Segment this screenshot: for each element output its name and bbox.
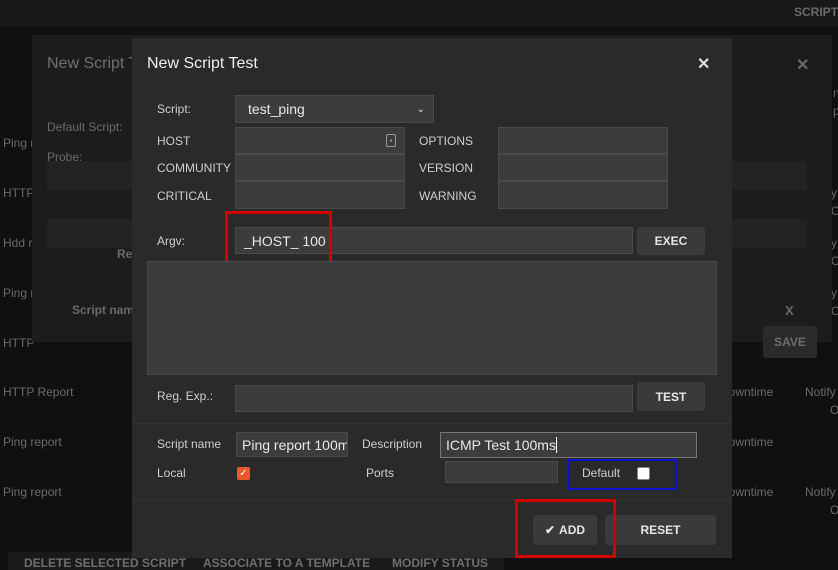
back-header: Re: [117, 247, 133, 261]
save-button[interactable]: SAVE: [763, 326, 817, 358]
list-item: Ping r: [3, 286, 35, 300]
script-name-label: Script name: [157, 437, 222, 451]
options-label: OPTIONS: [419, 134, 474, 148]
regexp-label: Reg. Exp.:: [157, 389, 214, 403]
ports-input[interactable]: [445, 461, 558, 483]
new-script-test-modal: New Script Test ✕ Script: test_ping ⌄ HO…: [132, 38, 732, 558]
highlight-box-argv: [225, 211, 332, 265]
notify-label: Notify: [805, 385, 836, 399]
test-button[interactable]: TEST: [637, 382, 705, 411]
reset-button[interactable]: RESET: [605, 515, 716, 545]
highlight-box-default: [568, 459, 677, 490]
community-label: COMMUNITY: [157, 161, 231, 175]
divider: [132, 499, 732, 500]
script-select-value: test_ping: [248, 101, 305, 117]
divider: [132, 423, 732, 424]
argv-label: Argv:: [157, 234, 186, 248]
close-icon[interactable]: ✕: [697, 54, 710, 74]
script-name-input[interactable]: Ping report 100ms: [236, 432, 348, 457]
modal-title: New Script Test: [147, 55, 258, 72]
warning-label: WARNING: [419, 189, 477, 203]
back-column-x: X: [785, 303, 794, 318]
description-label: Description: [362, 437, 423, 451]
list-item: HTTP: [3, 336, 35, 350]
back-modal-title: New Script T: [47, 55, 139, 72]
ports-label: Ports: [366, 466, 395, 480]
output-textarea[interactable]: [147, 261, 717, 375]
version-input[interactable]: [498, 154, 668, 181]
host-input[interactable]: ▪: [235, 127, 405, 154]
local-label: Local: [157, 466, 186, 480]
notify-label: Notify: [805, 485, 836, 499]
list-item: Ping r: [3, 136, 35, 150]
partial-text: pe: [833, 104, 838, 118]
regexp-input[interactable]: [235, 385, 633, 412]
notify-value: O: [830, 403, 838, 417]
list-item: Ping report: [3, 435, 62, 449]
version-label: VERSION: [419, 161, 474, 175]
partial-text: O: [831, 304, 838, 318]
local-checkbox[interactable]: ✓: [237, 467, 250, 480]
script-label: Script:: [157, 102, 192, 116]
warning-input[interactable]: [498, 181, 668, 209]
chevron-down-icon: ⌄: [416, 103, 425, 115]
text-cursor: [555, 437, 557, 453]
contact-card-icon[interactable]: ▪: [386, 134, 396, 147]
partial-text: nt: [833, 86, 838, 100]
top-bar: SCRIPT: [0, 0, 838, 27]
list-item: Ping report: [3, 485, 62, 499]
close-icon[interactable]: ✕: [796, 55, 809, 75]
description-value: ICMP Test 100ms: [446, 437, 556, 453]
critical-input[interactable]: [235, 181, 405, 209]
back-header: Script name: [72, 303, 141, 317]
exec-button[interactable]: EXEC: [637, 227, 705, 255]
script-select[interactable]: test_ping ⌄: [235, 95, 434, 123]
options-input[interactable]: [498, 127, 668, 154]
critical-label: CRITICAL: [157, 189, 212, 203]
host-label: HOST: [157, 134, 191, 148]
partial-text: O: [831, 254, 838, 268]
list-item: HTTP: [3, 186, 35, 200]
top-bar-tab[interactable]: SCRIPT: [794, 5, 838, 19]
list-item: Hdd r: [3, 236, 33, 250]
default-script-label: Default Script:: [47, 120, 123, 134]
partial-text: O: [831, 204, 838, 218]
notify-value: O: [830, 503, 838, 517]
description-input[interactable]: ICMP Test 100ms: [440, 432, 697, 458]
list-item: HTTP Report: [3, 385, 74, 399]
community-input[interactable]: [235, 154, 405, 181]
highlight-box-add: [515, 499, 616, 558]
